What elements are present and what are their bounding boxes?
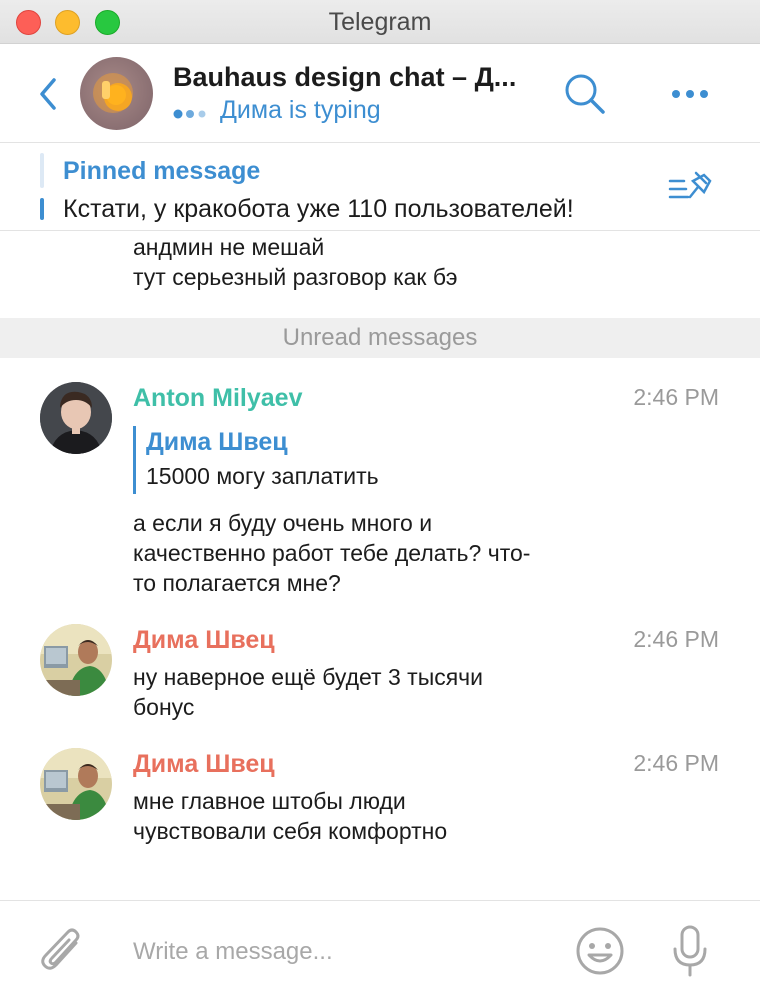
- message-line: бонус: [133, 694, 195, 720]
- chevron-left-icon: [40, 78, 56, 110]
- message-line: а если я буду очень много и: [133, 510, 433, 536]
- group-logo-icon: [93, 73, 133, 113]
- message-line: тут серьезный разговор как бэ: [133, 264, 458, 290]
- reply-quote[interactable]: Дима Швец 15000 могу заплатить: [133, 426, 379, 494]
- message-time: 2:46 PM: [633, 384, 719, 410]
- message-text: ну наверное ещё будет 3 тысячи бонус: [133, 662, 483, 722]
- pinned-title: Pinned message: [63, 157, 261, 185]
- app-title: Telegram: [328, 8, 432, 36]
- emoji-button[interactable]: [574, 925, 626, 977]
- user-photo-anton: [40, 382, 112, 454]
- chat-header: Bauhaus design chat – Д... Дима is typin…: [0, 44, 760, 143]
- message-time: 2:46 PM: [633, 626, 719, 652]
- reply-text: 15000 могу заплатить: [146, 463, 379, 489]
- pinned-indicator-active: [40, 198, 44, 220]
- avatar[interactable]: [40, 624, 112, 696]
- window-titlebar: Telegram: [0, 0, 760, 44]
- reply-author: Дима Швец: [146, 428, 288, 456]
- pinned-list-icon: [668, 171, 712, 199]
- message-time: 2:46 PM: [633, 750, 719, 776]
- pinned-message-bar[interactable]: Pinned message Кстати, у кракобота уже 1…: [0, 143, 760, 231]
- microphone-icon: [673, 925, 707, 977]
- user-photo-dima: [40, 624, 112, 696]
- message-item[interactable]: Дима Швец 2:46 PM мне главное штобы люди…: [0, 748, 760, 848]
- back-button[interactable]: [34, 74, 64, 114]
- smiley-icon: [576, 927, 624, 975]
- avatar[interactable]: [40, 748, 112, 820]
- pinned-list-button[interactable]: [666, 167, 714, 207]
- message-line: чувствовали себя комфортно: [133, 818, 448, 844]
- pinned-text: Кстати, у кракобота уже 110 пользователе…: [63, 195, 574, 223]
- more-dots-icon: [672, 90, 708, 98]
- message-item[interactable]: Anton Milyaev 2:46 PM Дима Швец 15000 мо…: [0, 382, 760, 602]
- typing-status-text: Дима is typing: [220, 96, 381, 124]
- chat-title[interactable]: Bauhaus design chat – Д...: [173, 62, 516, 93]
- message-line: то полагается мне?: [133, 570, 341, 596]
- message-text: мне главное штобы люди чувствовали себя …: [133, 786, 447, 846]
- message-input[interactable]: [133, 931, 553, 973]
- message-line: андмин не мешай: [133, 234, 325, 260]
- paperclip-icon: [41, 928, 80, 970]
- user-photo-dima: [40, 748, 112, 820]
- pinned-indicator-inactive: [40, 153, 44, 188]
- message-line: мне главное штобы люди: [133, 788, 406, 814]
- more-options-button[interactable]: [668, 84, 712, 104]
- unread-messages-divider: Unread messages: [0, 318, 760, 358]
- message-line: качественно работ тебе делать? что-: [133, 540, 531, 566]
- telegram-window: Telegram Bauhaus design chat – Д... Дима: [0, 0, 760, 1000]
- sender-name[interactable]: Дима Швец: [133, 626, 275, 655]
- search-icon: [565, 74, 605, 114]
- previous-message-text: андмин не мешай тут серьезный разговор к…: [133, 232, 458, 292]
- message-composer: [0, 900, 760, 1000]
- typing-dots-icon: [173, 109, 206, 119]
- message-line: ну наверное ещё будет 3 тысячи: [133, 664, 484, 690]
- group-avatar[interactable]: [80, 57, 153, 130]
- avatar[interactable]: [40, 382, 112, 454]
- message-item[interactable]: Дима Швец 2:46 PM ну наверное ещё будет …: [0, 624, 760, 724]
- search-button[interactable]: [563, 72, 607, 116]
- message-text: а если я буду очень много и качественно …: [133, 508, 530, 598]
- sender-name[interactable]: Anton Milyaev: [133, 384, 302, 413]
- message-list[interactable]: андмин не мешай тут серьезный разговор к…: [0, 232, 760, 900]
- attach-button[interactable]: [36, 925, 86, 977]
- sender-name[interactable]: Дима Швец: [133, 750, 275, 779]
- voice-message-button[interactable]: [670, 923, 710, 979]
